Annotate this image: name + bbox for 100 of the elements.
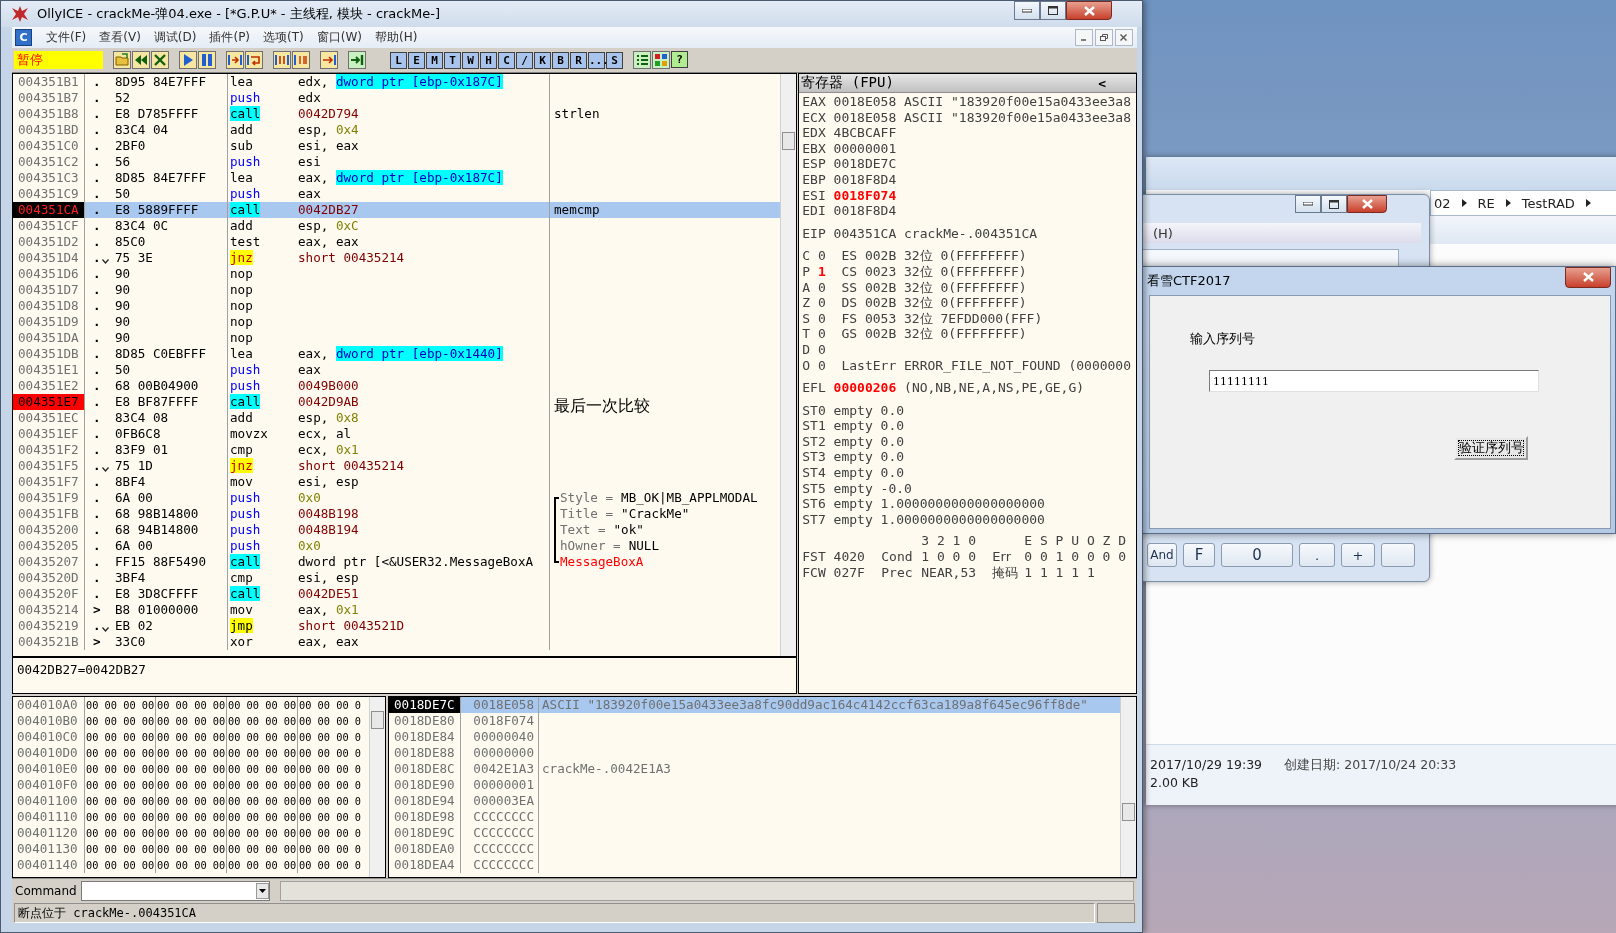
toolbar-button[interactable]: ... <box>588 51 605 69</box>
breadcrumb-item[interactable]: RE <box>1477 195 1495 211</box>
rewind-icon[interactable] <box>132 51 150 69</box>
arrow-bar-icon[interactable] <box>348 51 366 69</box>
jump-marker: . <box>93 250 101 266</box>
jump-marker: . <box>93 266 101 282</box>
mnemonic: mov <box>230 474 253 489</box>
comment-text: strlen <box>554 106 600 122</box>
menu-item[interactable]: 选项(T) <box>258 29 312 46</box>
scrollbar[interactable] <box>369 697 385 877</box>
jump-marker: . <box>93 154 101 170</box>
value-cell: 00000040 <box>461 729 539 745</box>
jump-marker: . <box>93 490 101 506</box>
operand: ecx, <box>298 442 330 457</box>
menu-item[interactable]: 窗口(W) <box>311 29 370 46</box>
mnemonic: call <box>230 554 261 569</box>
toolbar-button[interactable]: R <box>570 51 587 69</box>
hex-bytes: E8 D785FFFF <box>115 106 228 122</box>
folder-icon[interactable] <box>113 51 131 69</box>
chevron-right-icon <box>1505 199 1511 207</box>
hex-bytes: 2BF0 <box>115 138 228 154</box>
address-cell: 0018DE9C <box>389 825 461 841</box>
calculator-key[interactable]: 0 <box>1221 543 1293 567</box>
close-button[interactable] <box>1115 29 1133 46</box>
serial-input-field[interactable]: 11111111 <box>1209 370 1539 392</box>
toolbar-button[interactable]: L <box>390 51 407 69</box>
toolbar-button[interactable]: C <box>498 51 515 69</box>
close-button[interactable] <box>1066 1 1112 20</box>
minimize-button[interactable] <box>1075 29 1093 46</box>
menu-item[interactable]: 文件(F) <box>41 29 95 46</box>
toolbar-button[interactable]: T <box>444 51 461 69</box>
calculator-key[interactable] <box>1381 543 1415 567</box>
mnemonic: push <box>230 186 261 201</box>
address-cell: 004351C0 <box>13 138 85 154</box>
toolbar-button[interactable]: B <box>552 51 569 69</box>
toolbar-button[interactable]: E <box>408 51 425 69</box>
maximize-button[interactable] <box>1040 1 1066 20</box>
pause-icon[interactable] <box>198 51 216 69</box>
menu-item[interactable]: 插件(P) <box>204 29 259 46</box>
mnemonic: xor <box>230 634 253 649</box>
jump-marker: . <box>93 506 101 522</box>
list-icon[interactable] <box>633 51 651 69</box>
close-button[interactable] <box>1565 266 1611 288</box>
operand: ecx, al <box>298 426 352 441</box>
menu-item[interactable]: 查看(V) <box>94 29 149 46</box>
hex-bytes: 00 00 00 00 <box>85 697 156 713</box>
scrollbar[interactable] <box>1120 697 1136 877</box>
menu-item[interactable]: 调试(D) <box>148 29 205 46</box>
hex-bytes: 8BF4 <box>115 474 228 490</box>
hex-bytes: 00 00 00 00 <box>156 809 227 825</box>
collapse-button[interactable]: < <box>1098 75 1106 91</box>
breadcrumb-item[interactable]: TestRAD <box>1521 195 1575 211</box>
hex-bytes: 00 00 00 00 <box>227 729 298 745</box>
calculator-key[interactable]: F <box>1183 543 1215 567</box>
toolbar-button[interactable]: W <box>462 51 479 69</box>
breadcrumb-item[interactable]: 02 <box>1434 195 1451 211</box>
address-cell: 004010D0 <box>13 745 85 761</box>
play-icon[interactable] <box>179 51 197 69</box>
hex-bytes: 00 00 00 0 <box>298 826 362 841</box>
jump-marker: . <box>93 202 101 218</box>
toolbar-button[interactable]: M <box>426 51 443 69</box>
address-bar[interactable]: 02 RE TestRAD <box>1430 190 1616 216</box>
address-cell: 0018DE94 <box>389 793 461 809</box>
jump-marker: . <box>93 442 101 458</box>
verify-button[interactable]: 验证序列号 <box>1454 436 1528 460</box>
toolbar-button[interactable]: H <box>480 51 497 69</box>
maximize-button[interactable] <box>1321 195 1347 213</box>
value-cell: CCCCCCCC <box>461 857 539 873</box>
hex-bytes: 0FB6C8 <box>115 426 228 442</box>
menu-item[interactable]: (H) <box>1153 225 1173 241</box>
bit-values: 1 0 0 0 <box>921 549 978 565</box>
hex-bytes: 50 <box>115 362 228 378</box>
address-cell: 00435214 <box>13 602 85 618</box>
command-field[interactable] <box>80 881 270 901</box>
status-label: 暂停 <box>14 51 103 69</box>
calculator-key[interactable]: . <box>1299 543 1335 567</box>
calculator-key[interactable]: + <box>1341 543 1375 567</box>
hex-bytes: 6A 00 <box>115 490 228 506</box>
minimize-button[interactable] <box>1295 195 1321 213</box>
minimize-button[interactable] <box>1014 1 1040 20</box>
help-button[interactable]: ? <box>671 51 688 68</box>
toolbar-button[interactable]: S <box>606 51 623 69</box>
close-button[interactable] <box>1347 195 1387 213</box>
restore-button[interactable] <box>1095 29 1113 46</box>
toolbar-button[interactable]: / <box>516 51 533 69</box>
argument-value: "ok" <box>613 522 644 538</box>
address-operand: 0042DE51 <box>298 586 359 601</box>
grid-icon[interactable] <box>652 51 670 69</box>
menu-item[interactable]: 帮助(H) <box>370 29 426 46</box>
hex-bytes: 00 00 00 00 <box>156 857 227 873</box>
dropdown-icon[interactable] <box>255 883 269 899</box>
constant-operand: 0x0 <box>298 490 321 505</box>
close-icon[interactable] <box>151 51 169 69</box>
jump-marker: . <box>93 218 101 234</box>
scrollbar[interactable] <box>780 74 797 656</box>
calculator-key[interactable]: And <box>1147 543 1177 567</box>
hex-bytes: 00 00 00 00 <box>85 713 156 729</box>
argument-value: MB_OK|MB_APPLMODAL <box>621 490 758 506</box>
jump-marker: . <box>93 458 101 474</box>
toolbar-button[interactable]: K <box>534 51 551 69</box>
